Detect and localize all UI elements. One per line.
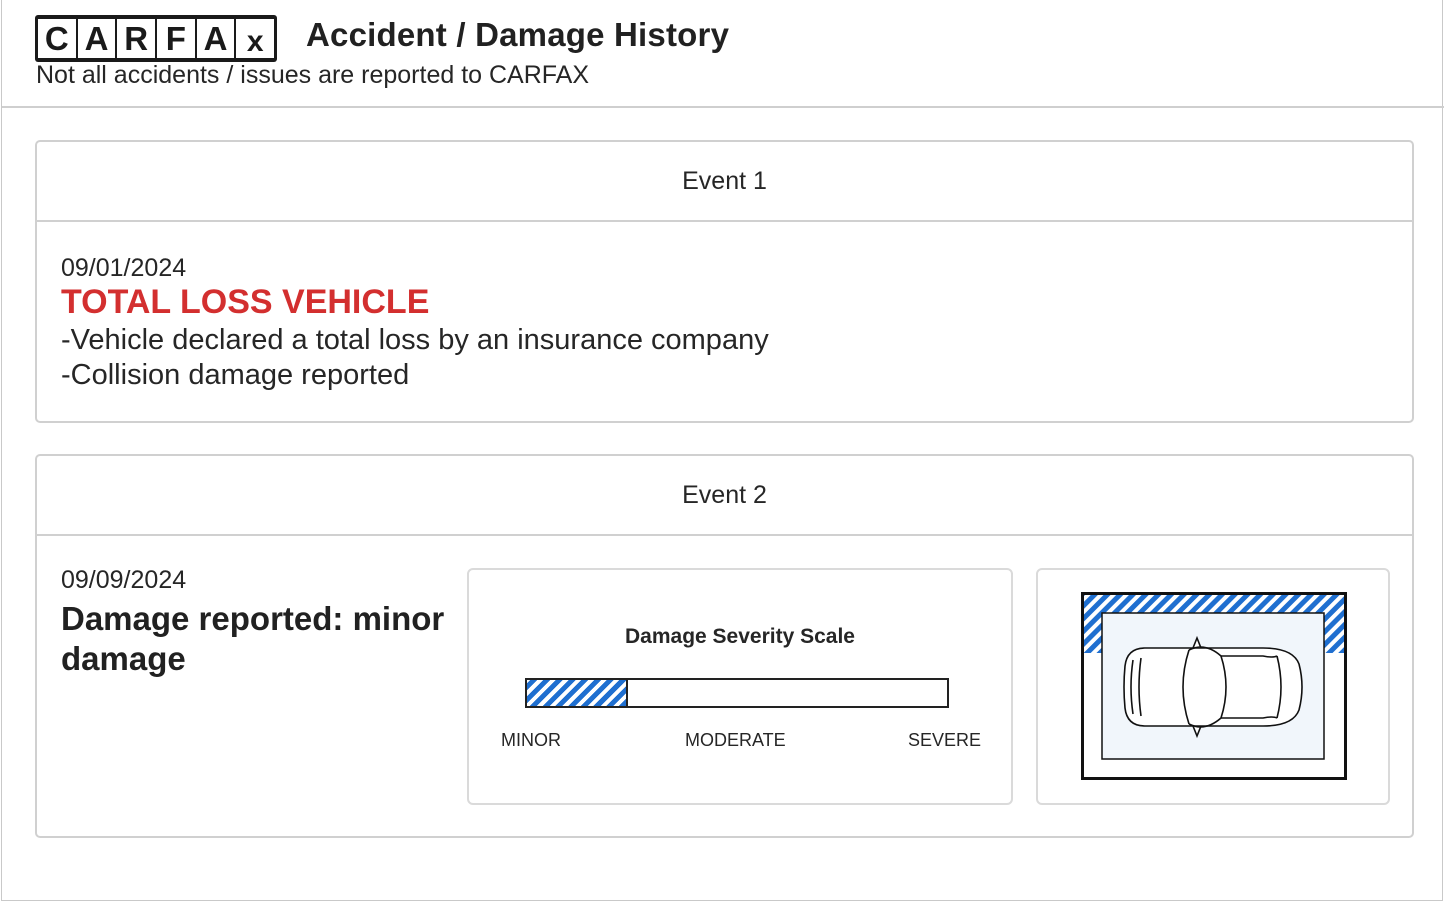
damage-headline: Damage reported: minor damage (61, 600, 445, 677)
event-date: 09/09/2024 (61, 566, 187, 594)
severity-label-moderate: MODERATE (685, 730, 786, 750)
event-card-1: Event 1 09/01/2024 TOTAL LOSS VEHICLE -V… (35, 140, 1414, 423)
carfax-logo: C A R F A x (35, 15, 277, 62)
logo-letter: x (236, 19, 275, 58)
logo-letter: A (77, 19, 116, 58)
logo-letter: R (117, 19, 156, 58)
logo-letter: A (196, 19, 235, 58)
car-top-view-icon (1081, 592, 1347, 780)
severity-scale-track (525, 678, 949, 708)
event-detail-text: Vehicle declared a total loss by an insu… (70, 324, 769, 356)
event-card-2: Event 2 09/09/2024 Damage reported: mino… (35, 454, 1414, 838)
event-label: Event 1 (37, 142, 1412, 222)
section-subtitle: Not all accidents / issues are reported … (36, 61, 590, 89)
logo-letter: C (38, 19, 76, 58)
severity-label-severe: SEVERE (908, 730, 982, 750)
event-detail: -Collision damage reported (61, 359, 410, 391)
report-section: C A R F A x Accident / Damage History No… (1, 0, 1444, 901)
severity-scale-fill (527, 680, 628, 706)
logo-letter: F (157, 19, 195, 58)
section-header: C A R F A x Accident / Damage History No… (2, 0, 1444, 108)
severity-scale-title: Damage Severity Scale (625, 625, 855, 648)
damage-location-panel (1036, 568, 1390, 805)
event-date: 09/01/2024 (61, 254, 187, 282)
event-label: Event 2 (37, 456, 1412, 536)
section-title: Accident / Damage History (306, 16, 730, 53)
total-loss-headline: TOTAL LOSS VEHICLE (61, 283, 430, 321)
severity-label-minor: MINOR (501, 730, 561, 750)
severity-scale-panel: Damage Severity Scale MINOR MODERATE SEV… (467, 568, 1013, 805)
event-body: 09/09/2024 Damage reported: minor damage (61, 566, 461, 679)
event-body: 09/01/2024 TOTAL LOSS VEHICLE -Vehicle d… (61, 254, 769, 392)
event-detail-text: Collision damage reported (70, 359, 410, 391)
event-detail: -Vehicle declared a total loss by an ins… (61, 324, 769, 356)
